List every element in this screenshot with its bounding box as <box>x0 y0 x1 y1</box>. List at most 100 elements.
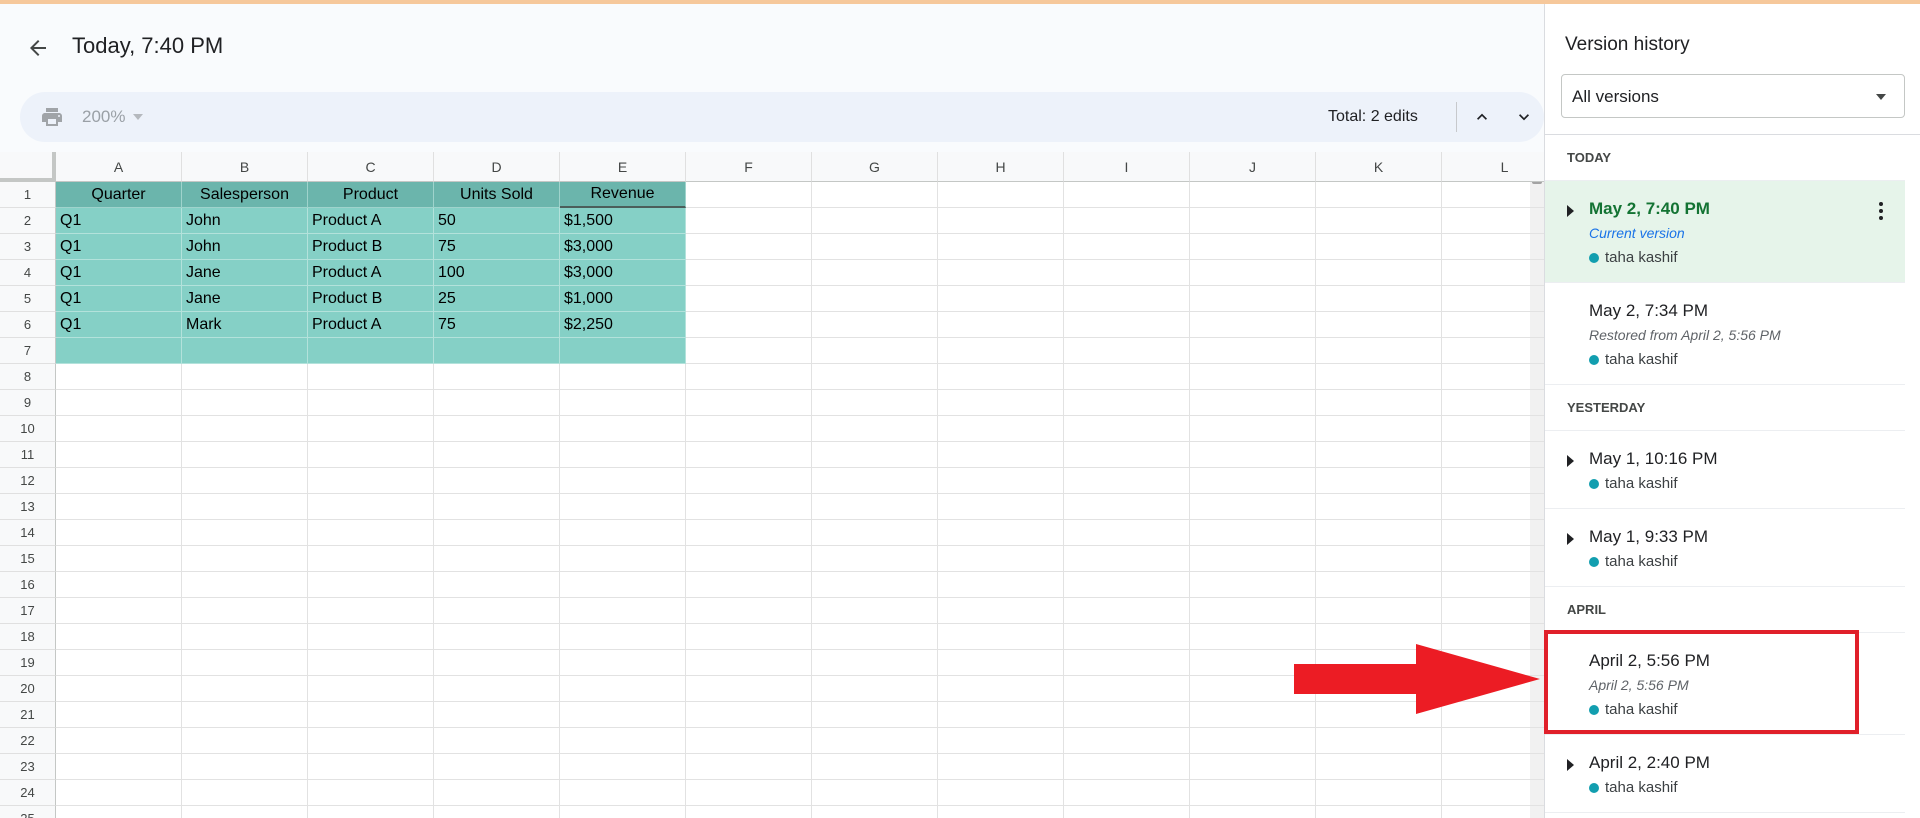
print-icon[interactable] <box>40 105 64 129</box>
cell-j11[interactable] <box>1190 442 1316 468</box>
cell-h19[interactable] <box>938 650 1064 676</box>
cell-e23[interactable] <box>560 754 686 780</box>
cell-a3[interactable]: Q1 <box>56 234 182 260</box>
cell-k5[interactable] <box>1316 286 1442 312</box>
cell-l6[interactable] <box>1442 312 1544 338</box>
cell-d11[interactable] <box>434 442 560 468</box>
cell-d5[interactable]: 25 <box>434 286 560 312</box>
cell-i5[interactable] <box>1064 286 1190 312</box>
cell-k11[interactable] <box>1316 442 1442 468</box>
cell-k14[interactable] <box>1316 520 1442 546</box>
row-header-6[interactable]: 6 <box>0 312 56 338</box>
cell-g18[interactable] <box>812 624 938 650</box>
cell-l16[interactable] <box>1442 572 1544 598</box>
cell-b14[interactable] <box>182 520 308 546</box>
cell-h13[interactable] <box>938 494 1064 520</box>
cell-d24[interactable] <box>434 780 560 806</box>
column-header-c[interactable]: C <box>308 152 434 182</box>
cell-e15[interactable] <box>560 546 686 572</box>
cell-j6[interactable] <box>1190 312 1316 338</box>
cell-j13[interactable] <box>1190 494 1316 520</box>
version-item[interactable]: May 1, 10:16 PM taha kashif <box>1545 431 1905 509</box>
cell-k24[interactable] <box>1316 780 1442 806</box>
cell-i3[interactable] <box>1064 234 1190 260</box>
cell-j15[interactable] <box>1190 546 1316 572</box>
cell-k12[interactable] <box>1316 468 1442 494</box>
cell-l8[interactable] <box>1442 364 1544 390</box>
more-options-icon[interactable] <box>1871 199 1891 223</box>
cell-h1[interactable] <box>938 182 1064 208</box>
cell-k9[interactable] <box>1316 390 1442 416</box>
cell-c2[interactable]: Product A <box>308 208 434 234</box>
cell-g12[interactable] <box>812 468 938 494</box>
cell-h6[interactable] <box>938 312 1064 338</box>
cell-g1[interactable] <box>812 182 938 208</box>
cell-b6[interactable]: Mark <box>182 312 308 338</box>
cell-l5[interactable] <box>1442 286 1544 312</box>
cell-c12[interactable] <box>308 468 434 494</box>
cell-j12[interactable] <box>1190 468 1316 494</box>
row-header-13[interactable]: 13 <box>0 494 56 520</box>
cell-c7[interactable] <box>308 338 434 364</box>
cell-d22[interactable] <box>434 728 560 754</box>
cell-b20[interactable] <box>182 676 308 702</box>
column-header-f[interactable]: F <box>686 152 812 182</box>
cell-j24[interactable] <box>1190 780 1316 806</box>
cell-k7[interactable] <box>1316 338 1442 364</box>
cell-c20[interactable] <box>308 676 434 702</box>
cell-e12[interactable] <box>560 468 686 494</box>
cell-a4[interactable]: Q1 <box>56 260 182 286</box>
cell-j5[interactable] <box>1190 286 1316 312</box>
cell-d18[interactable] <box>434 624 560 650</box>
expand-triangle-icon[interactable] <box>1567 205 1574 217</box>
row-header-10[interactable]: 10 <box>0 416 56 442</box>
cell-b25[interactable] <box>182 806 308 818</box>
cell-c15[interactable] <box>308 546 434 572</box>
row-header-8[interactable]: 8 <box>0 364 56 390</box>
cell-e4[interactable]: $3,000 <box>560 260 686 286</box>
cell-h15[interactable] <box>938 546 1064 572</box>
cell-f8[interactable] <box>686 364 812 390</box>
cell-d15[interactable] <box>434 546 560 572</box>
cell-b21[interactable] <box>182 702 308 728</box>
cell-i11[interactable] <box>1064 442 1190 468</box>
cell-b2[interactable]: John <box>182 208 308 234</box>
cell-a18[interactable] <box>56 624 182 650</box>
cell-e20[interactable] <box>560 676 686 702</box>
cell-c19[interactable] <box>308 650 434 676</box>
cell-a14[interactable] <box>56 520 182 546</box>
cell-e25[interactable] <box>560 806 686 818</box>
cell-a6[interactable]: Q1 <box>56 312 182 338</box>
cell-i22[interactable] <box>1064 728 1190 754</box>
cell-e18[interactable] <box>560 624 686 650</box>
cell-k10[interactable] <box>1316 416 1442 442</box>
cell-f13[interactable] <box>686 494 812 520</box>
cell-c22[interactable] <box>308 728 434 754</box>
cell-c24[interactable] <box>308 780 434 806</box>
cell-c17[interactable] <box>308 598 434 624</box>
cell-b4[interactable]: Jane <box>182 260 308 286</box>
cell-g14[interactable] <box>812 520 938 546</box>
cell-j7[interactable] <box>1190 338 1316 364</box>
row-header-3[interactable]: 3 <box>0 234 56 260</box>
row-header-21[interactable]: 21 <box>0 702 56 728</box>
cell-d25[interactable] <box>434 806 560 818</box>
cell-k2[interactable] <box>1316 208 1442 234</box>
cell-d12[interactable] <box>434 468 560 494</box>
spreadsheet-grid[interactable]: A B C D E F G H I J K L 1 Quarter Salesperson Product Un… <box>0 152 1544 818</box>
cell-c4[interactable]: Product A <box>308 260 434 286</box>
cell-l12[interactable] <box>1442 468 1544 494</box>
cell-i21[interactable] <box>1064 702 1190 728</box>
cell-d1[interactable]: Units Sold <box>434 182 560 208</box>
cell-j23[interactable] <box>1190 754 1316 780</box>
cell-h18[interactable] <box>938 624 1064 650</box>
cell-g19[interactable] <box>812 650 938 676</box>
cell-k25[interactable] <box>1316 806 1442 818</box>
cell-l14[interactable] <box>1442 520 1544 546</box>
cell-d2[interactable]: 50 <box>434 208 560 234</box>
cell-b11[interactable] <box>182 442 308 468</box>
cell-l9[interactable] <box>1442 390 1544 416</box>
cell-j3[interactable] <box>1190 234 1316 260</box>
cell-f5[interactable] <box>686 286 812 312</box>
cell-b24[interactable] <box>182 780 308 806</box>
